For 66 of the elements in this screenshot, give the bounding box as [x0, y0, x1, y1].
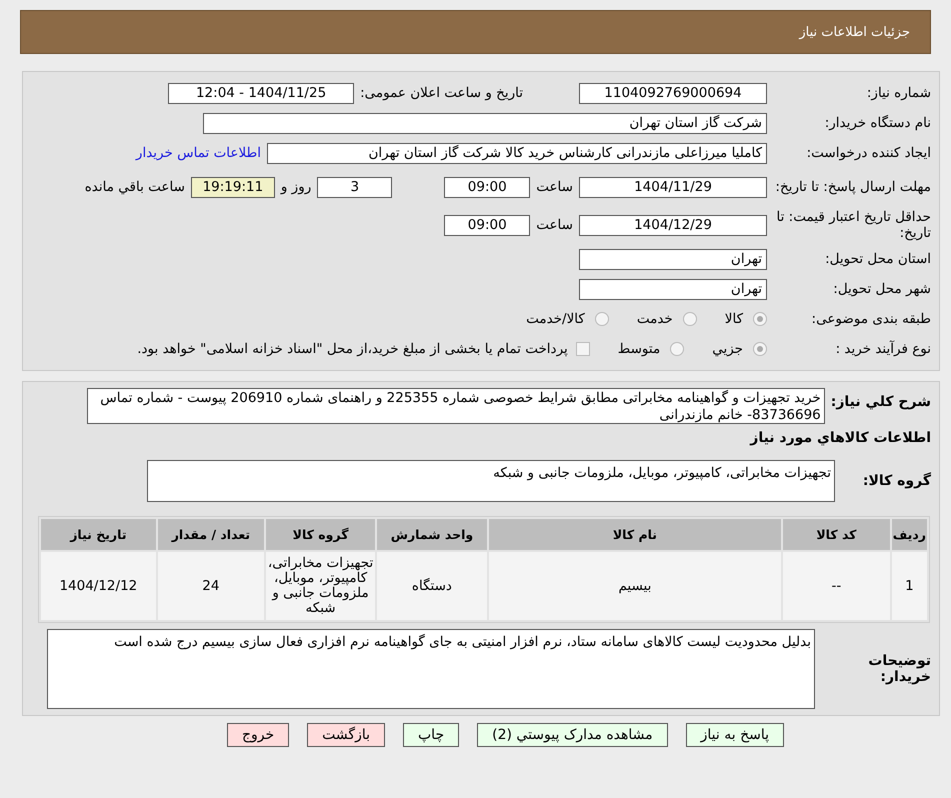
column-header: رديف	[892, 519, 927, 550]
field-label: شرح کلي نياز:	[830, 393, 931, 410]
need-number-field[interactable]: 1104092769000694	[579, 82, 767, 104]
action-button[interactable]: خروج	[226, 723, 290, 747]
radio-label: کالا/خدمت	[526, 311, 585, 327]
field-label: طبقه بندی موضوعی:	[810, 311, 931, 327]
requester-field[interactable]: کاملیا میرزاعلی مازندرانی کارشناس خرید کالا شرکت گاز استان تهران	[267, 142, 767, 164]
field-label: نوع فرآیند خرید :	[834, 341, 931, 357]
field-label: شماره نیاز:	[866, 85, 931, 101]
column-header: کد کالا	[783, 519, 890, 550]
description-field[interactable]: خرید تجهیزات و گواهینامه مخابراتی مطابق شرایط خصوصی شماره 225355 و راهنمای شماره 206910 پیوست - شماره تماس 83736696- خانم مازندرانی	[86, 388, 825, 424]
reply-date-field[interactable]: 1404/11/29	[579, 176, 767, 198]
action-button[interactable]: پاسخ به نیاز	[686, 723, 784, 747]
field-label: توضیحات خریدار:	[867, 653, 931, 685]
radio-button[interactable]	[670, 342, 684, 356]
field-label: استان محل تحویل:	[824, 251, 931, 267]
checkbox-label: پرداخت تمام یا بخشی از مبلغ خرید،از محل "اسناد خزانه اسلامی" خواهد بود.	[137, 341, 568, 357]
section-title: اطلاعات کالاهاي مورد نياز	[748, 430, 931, 446]
remaining-label: ساعت باقي مانده	[84, 179, 185, 195]
column-header: نام کالا	[488, 519, 781, 550]
column-header: تاریخ نیاز	[41, 519, 156, 550]
column-header: گروه کالا	[266, 519, 376, 550]
days-field[interactable]: 3	[317, 176, 392, 198]
field-label: نام دستگاه خریدار:	[824, 115, 931, 131]
table-cell: دستگاه	[377, 552, 487, 620]
radio-button[interactable]	[682, 312, 697, 326]
field-label: شهر محل تحویل:	[832, 281, 931, 297]
field-label: گروه کالا:	[862, 473, 931, 489]
table-cell: بیسیم	[488, 552, 781, 620]
validity-date-field[interactable]: 1404/12/29	[579, 214, 767, 236]
radio-label: متوسط	[618, 341, 660, 357]
page-title: جزئیات اطلاعات نیاز	[799, 24, 910, 40]
goods-group-field[interactable]: تجهیزات مخابراتی، کامپیوتر، موبایل، ملزومات جانبی و شبکه	[147, 460, 835, 502]
field-label: تاریخ و ساعت اعلان عمومی:	[360, 85, 523, 101]
field-label: مهلت ارسال پاسخ: تا تاریخ:	[774, 179, 931, 195]
radio-label: جزيي	[712, 341, 743, 357]
table-cell: --	[783, 552, 890, 620]
field-label: حداقل تاریخ اعتبار قیمت: تا تاریخ:	[776, 209, 931, 241]
buyer-contact-link[interactable]: اطلاعات تماس خریدار	[136, 145, 261, 161]
action-button[interactable]: بازگشت	[307, 723, 385, 747]
reply-time-field[interactable]: 09:00	[444, 176, 530, 198]
column-header: واحد شمارش	[377, 519, 487, 550]
table-cell: تجهیزات مخابراتی، کامپیوتر، موبایل، ملزومات جانبی و شبکه	[266, 552, 376, 620]
validity-time-field[interactable]: 09:00	[444, 214, 530, 236]
column-header: تعداد / مقدار	[158, 519, 264, 550]
radio-button[interactable]	[753, 342, 767, 356]
time-label: ساعت	[536, 217, 573, 233]
buyer-org-field[interactable]: شرکت گاز استان تهران	[203, 112, 767, 134]
radio-label: کالا	[724, 311, 743, 327]
checkbox[interactable]	[576, 342, 590, 356]
time-label: ساعت	[536, 179, 573, 195]
announce-datetime-field[interactable]: 1404/11/25 - 12:04	[168, 82, 354, 104]
radio-button[interactable]	[753, 312, 767, 326]
table-cell: 24	[158, 552, 264, 620]
table-cell: 1404/12/12	[41, 552, 156, 620]
province-field[interactable]: تهران	[579, 248, 767, 270]
days-label: روز و	[280, 179, 312, 195]
remaining-time-field[interactable]: 19:19:11	[190, 176, 275, 198]
radio-label: خدمت	[636, 311, 673, 327]
action-button[interactable]: چاپ	[403, 723, 460, 747]
city-field[interactable]: تهران	[579, 278, 767, 300]
buyer-notes-field[interactable]: بدلیل محدودیت لیست کالاهای سامانه ستاد، نرم افزار امنیتی به جای گواهینامه نرم افزاری فعال سازی بیسیم درج شده است	[47, 629, 815, 709]
field-label: ایجاد کننده درخواست:	[806, 145, 931, 161]
action-button[interactable]: مشاهده مدارک پیوستي (2)	[477, 723, 668, 747]
radio-button[interactable]	[594, 312, 609, 326]
table-cell: 1	[892, 552, 927, 620]
